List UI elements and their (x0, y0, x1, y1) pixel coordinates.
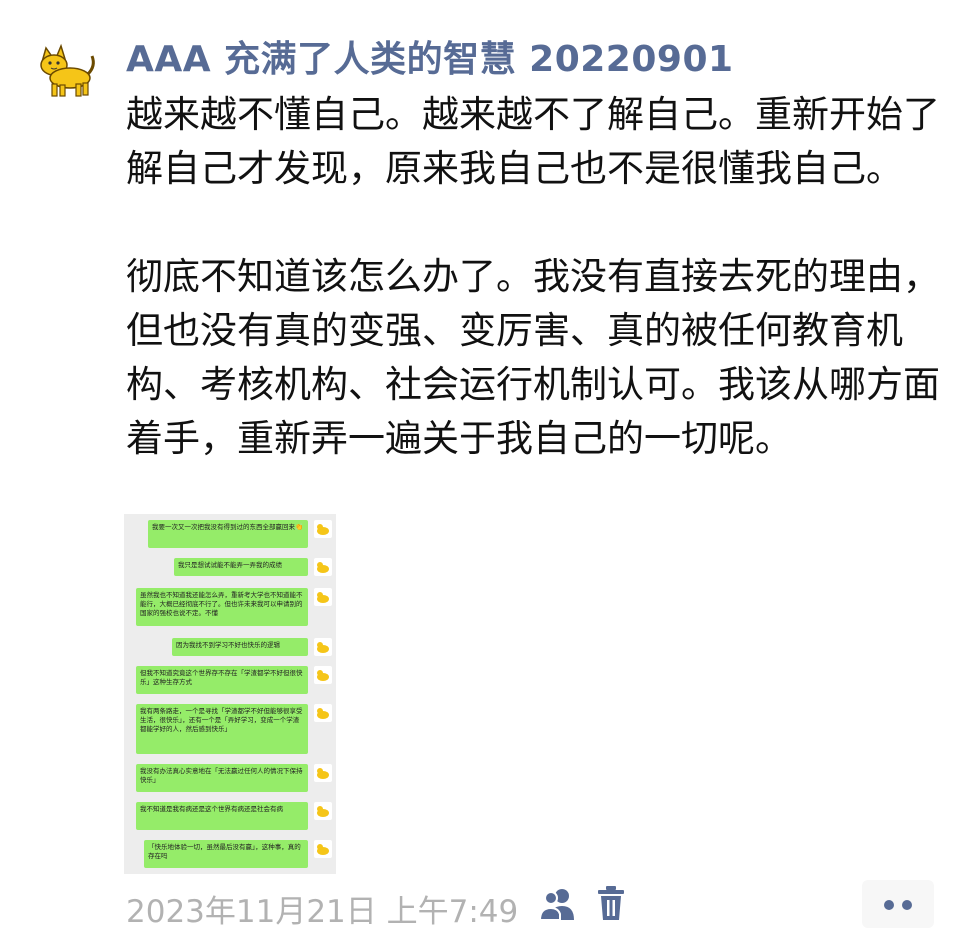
cat-avatar-icon (314, 840, 332, 858)
post-text: 越来越不懂自己。越来越不了解自己。重新开始了解自己才发现，原来我自己也不是很懂我… (126, 88, 941, 466)
cat-avatar-icon (314, 638, 332, 656)
cat-avatar-icon (28, 32, 98, 102)
cat-avatar-icon (314, 704, 332, 722)
chat-message: 我要一次又一次把我没有得到过的东西全部赢回来👏 (124, 520, 336, 550)
chat-message: 「快乐地体验一切，虽然最后没有赢」，这种事，真的存在吗 (124, 840, 336, 870)
chat-bubble: 我有两条路走，一个是寻找「学渣都学不好但能够很享受生活，很快乐」，还有一个是「弄… (136, 704, 308, 754)
chat-message: 我没有办法真心实意地在「无法赢过任何人的情况下保持快乐」 (124, 764, 336, 794)
chat-bubble: 但我不知道究竟这个世界存不存在「学渣都学不好但很快乐」这种生存方式 (136, 666, 308, 694)
post-footer: 2023年11月21日 上午7:49 (126, 880, 941, 930)
chat-bubble: 「快乐地体验一切，虽然最后没有赢」，这种事，真的存在吗 (144, 840, 308, 868)
post-paragraph: 彻底不知道该怎么办了。我没有直接去死的理由，但也没有真的变强、变厉害、真的被任何… (126, 255, 940, 460)
cat-avatar-icon (314, 802, 332, 820)
chat-message: 我有两条路走，一个是寻找「学渣都学不好但能够很享受生活，很快乐」，还有一个是「弄… (124, 704, 336, 756)
author-name[interactable]: AAA 充满了人类的智慧 20220901 (126, 30, 734, 82)
chat-message: 我不知道是我有病还是这个世界有病还是社会有病 (124, 802, 336, 832)
chat-message: 因为我找不到学习不好也快乐的逻辑 (124, 638, 336, 658)
cat-avatar-icon (314, 666, 332, 684)
timestamp: 2023年11月21日 上午7:49 (126, 894, 519, 930)
people-icon[interactable] (538, 886, 578, 922)
image-thumbnail[interactable]: 我要一次又一次把我没有得到过的东西全部赢回来👏 我只是想试试能不能弄一弄我的成绩… (124, 514, 336, 874)
cat-avatar-icon (314, 558, 332, 576)
chat-message: 但我不知道究竟这个世界存不存在「学渣都学不好但很快乐」这种生存方式 (124, 666, 336, 696)
trash-icon[interactable] (596, 884, 626, 922)
more-button[interactable] (862, 880, 934, 928)
chat-bubble: 因为我找不到学习不好也快乐的逻辑 (172, 638, 308, 656)
chat-message: 我只是想试试能不能弄一弄我的成绩 (124, 558, 336, 578)
cat-avatar-icon (314, 588, 332, 606)
chat-bubble: 我要一次又一次把我没有得到过的东西全部赢回来👏 (148, 520, 308, 548)
cat-avatar-icon (314, 520, 332, 538)
chat-message: 虽然我也不知道我还能怎么弄，重新考大学也不知道能不能行，大概已经彻底不行了。但也… (124, 588, 336, 628)
chat-bubble: 我没有办法真心实意地在「无法赢过任何人的情况下保持快乐」 (136, 764, 308, 792)
chat-bubble: 虽然我也不知道我还能怎么弄，重新考大学也不知道能不能行，大概已经彻底不行了。但也… (136, 588, 308, 626)
cat-avatar-icon (314, 764, 332, 782)
chat-bubble: 我不知道是我有病还是这个世界有病还是社会有病 (136, 802, 308, 830)
avatar[interactable] (28, 32, 98, 102)
chat-bubble: 我只是想试试能不能弄一弄我的成绩 (174, 558, 308, 576)
post-paragraph: 越来越不懂自己。越来越不了解自己。重新开始了解自己才发现，原来我自己也不是很懂我… (126, 93, 940, 190)
